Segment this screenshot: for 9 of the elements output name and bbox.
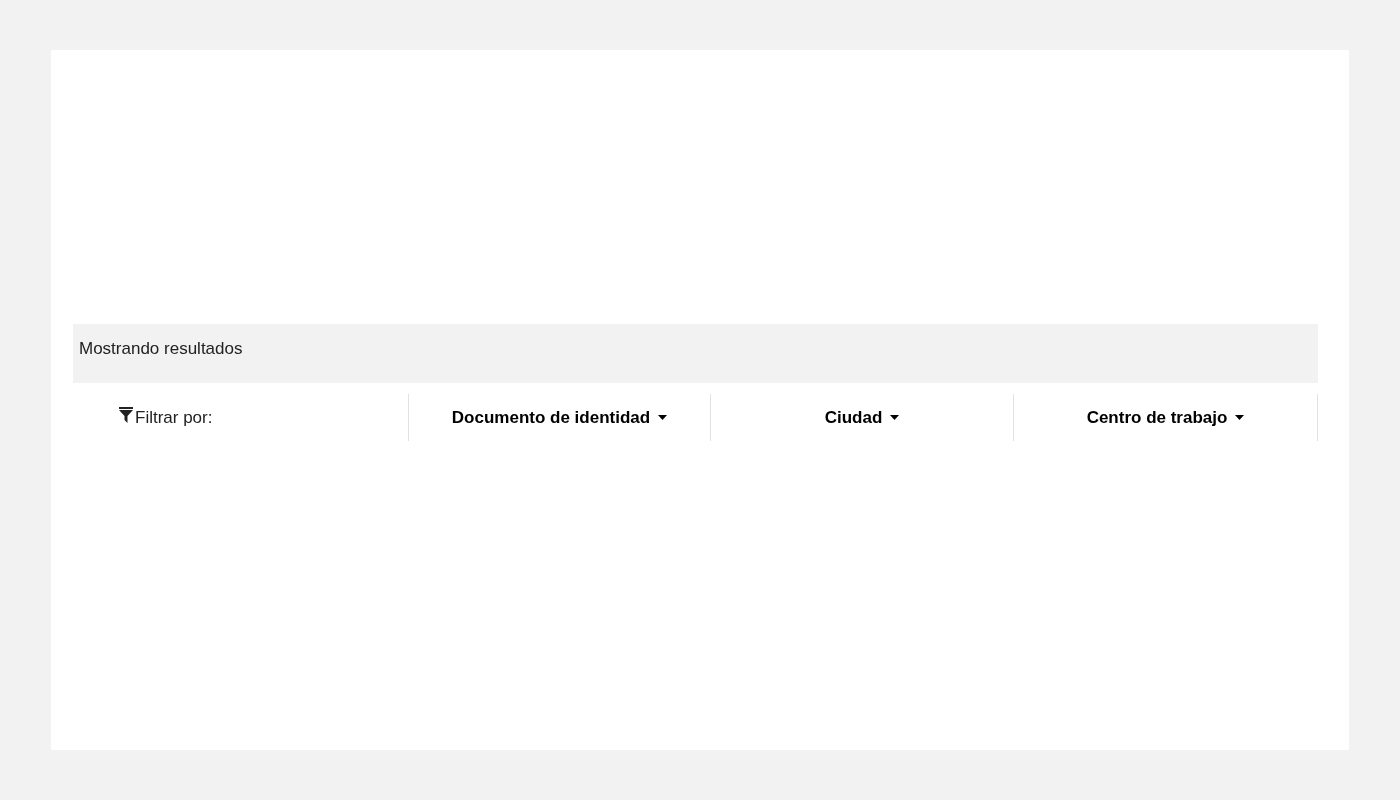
results-text: Mostrando resultados [79, 339, 243, 358]
caret-icon [1235, 415, 1245, 420]
filter-dropdown[interactable]: Centro de trabajo [1082, 403, 1249, 432]
filter-dropdown[interactable]: Documento de identidad [447, 403, 672, 432]
caret-icon [658, 415, 668, 420]
filter-dropdown[interactable]: Ciudad [820, 403, 904, 432]
filter-label: Filtrar por: [135, 407, 213, 428]
caret-icon [890, 415, 900, 420]
filter-icon [119, 406, 133, 423]
